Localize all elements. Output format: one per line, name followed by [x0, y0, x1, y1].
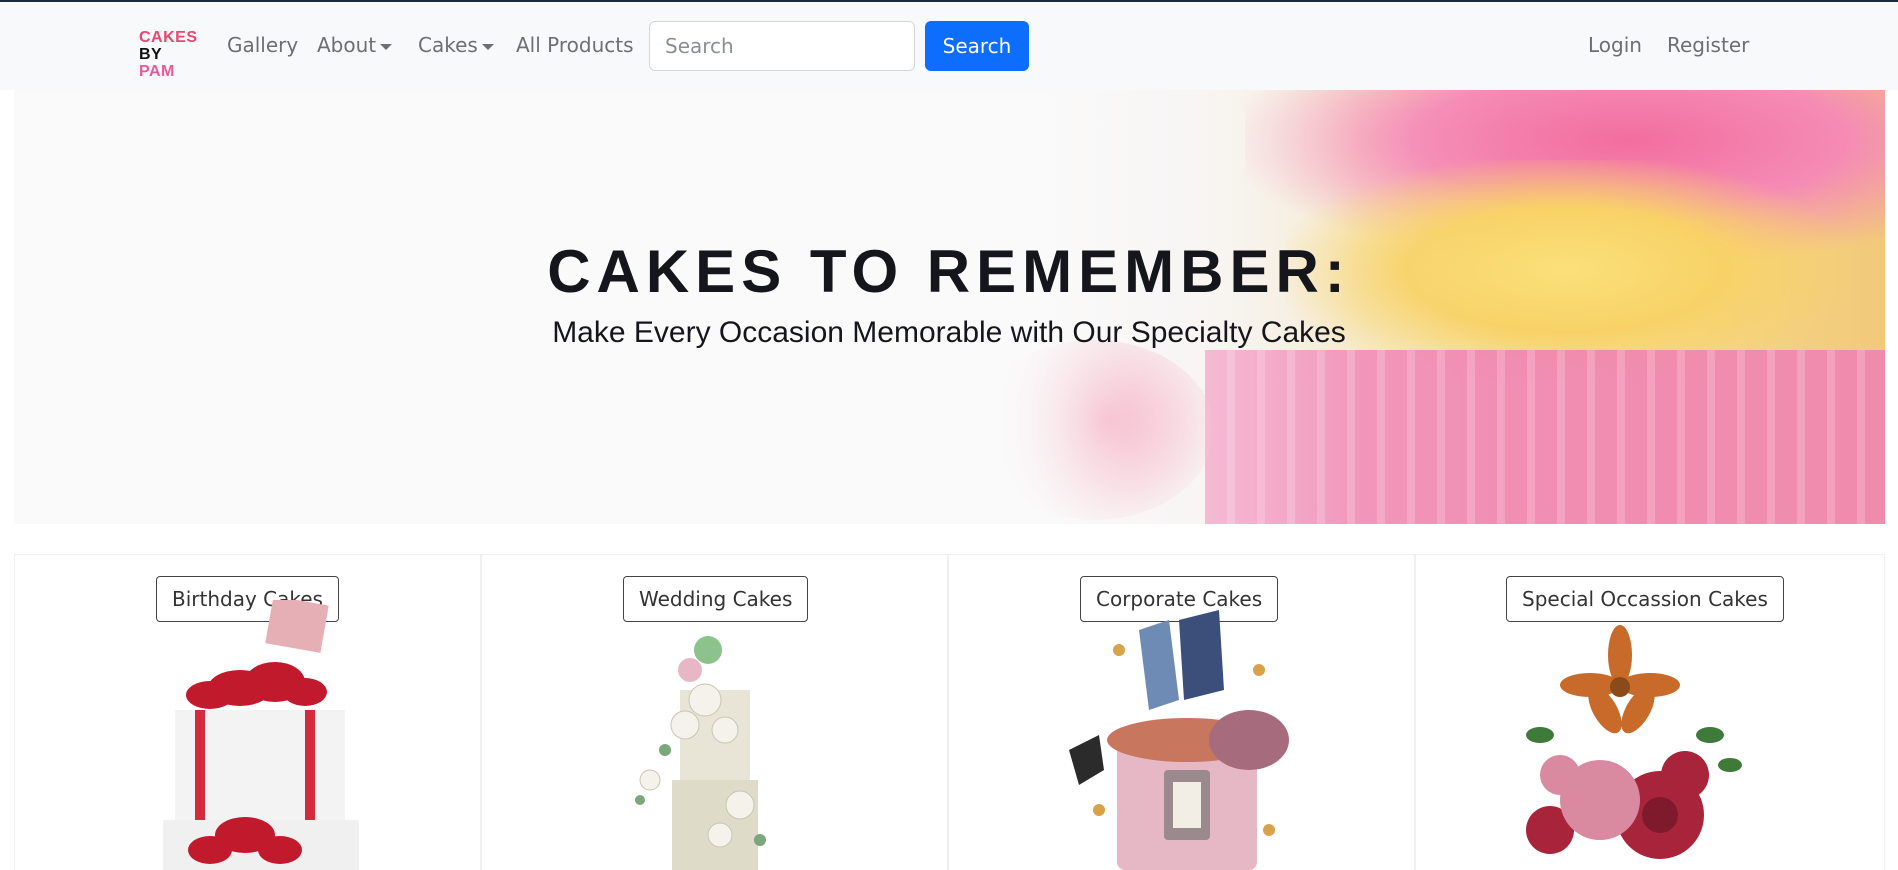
- nav-login[interactable]: Login: [1588, 32, 1642, 58]
- nav-about-dropdown[interactable]: About: [317, 32, 393, 58]
- chevron-down-icon: [481, 43, 494, 50]
- brand-logo-by: BY: [139, 46, 162, 63]
- category-card-birthday[interactable]: Birthday Cakes: [14, 554, 481, 870]
- special-occasion-cake-image: [1526, 625, 1742, 859]
- wedding-cakes-button[interactable]: Wedding Cakes: [623, 576, 809, 622]
- nav-register[interactable]: Register: [1667, 32, 1749, 58]
- navbar: CAKES BY PAM Gallery About Cakes All Pro…: [0, 2, 1898, 90]
- hero-title: CAKES TO REMEMBER:: [547, 238, 1351, 305]
- nav-gallery[interactable]: Gallery: [227, 32, 298, 58]
- nav-cakes-label: Cakes: [418, 33, 478, 57]
- hero-subtitle: Make Every Occasion Memorable with Our S…: [552, 316, 1346, 349]
- nav-cakes-dropdown[interactable]: Cakes: [418, 32, 494, 58]
- nav-all-products[interactable]: All Products: [516, 32, 634, 58]
- hero-banner: [14, 90, 1885, 524]
- category-cards: Birthday Cakes Wedding Cakes Corporate C…: [14, 554, 1885, 870]
- brand-logo[interactable]: CAKES BY PAM: [139, 29, 201, 80]
- brand-logo-line1: CAKES: [139, 29, 198, 46]
- search-input[interactable]: [649, 21, 915, 71]
- chevron-down-icon: [380, 43, 393, 50]
- wedding-cake-image: [635, 636, 766, 870]
- birthday-cake-image: [163, 600, 359, 870]
- category-card-special-occasion[interactable]: Special Occassion Cakes: [1415, 554, 1885, 870]
- nav-about-label: About: [317, 33, 377, 57]
- category-card-corporate[interactable]: Corporate Cakes: [948, 554, 1415, 870]
- search-button[interactable]: Search: [925, 21, 1029, 71]
- special-occasion-cakes-button[interactable]: Special Occassion Cakes: [1506, 576, 1784, 622]
- brand-logo-pam: PAM: [139, 63, 175, 80]
- category-card-wedding[interactable]: Wedding Cakes: [481, 554, 948, 870]
- hero-fade-overlay: [14, 90, 1885, 524]
- corporate-cake-image: [1069, 610, 1289, 870]
